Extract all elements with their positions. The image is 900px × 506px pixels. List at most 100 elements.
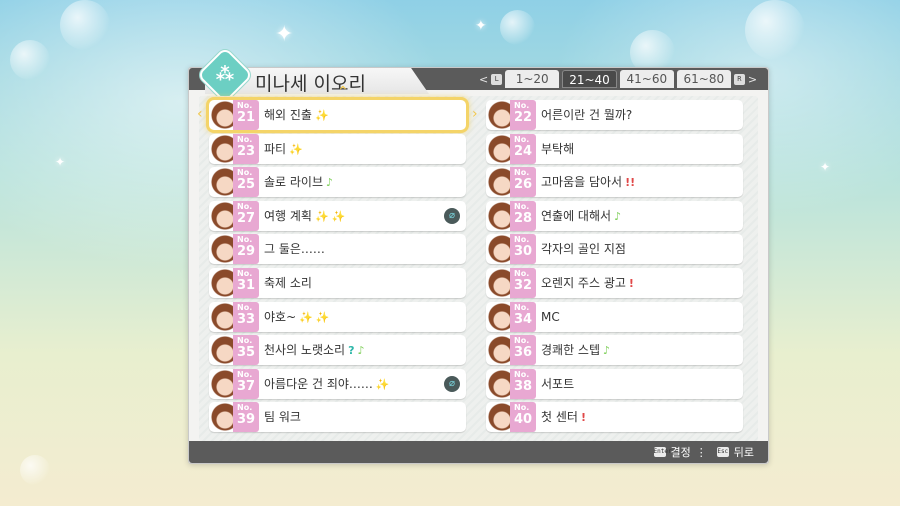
cursor-right-arrow-icon: › <box>472 106 478 122</box>
music-note-badge-icon: ♪ <box>603 344 611 358</box>
episode-item-33[interactable]: No. 33 야호~ ✨ ✨ <box>209 301 466 332</box>
episode-title-text: 연출에 대해서 <box>541 208 612 223</box>
tab-prev-arrow-icon[interactable]: < <box>479 73 488 86</box>
episode-item-25[interactable]: No. 25 솔로 라이브 ♪ <box>209 167 466 198</box>
episode-number-tag: No. 35 <box>233 335 259 366</box>
episode-item-26[interactable]: No. 26 고마움을 담아서!! <box>486 167 743 198</box>
episode-number-prefix: No. <box>237 201 253 211</box>
tab-21-40[interactable]: 21~40 <box>562 70 617 88</box>
tab-61-80[interactable]: 61~80 <box>676 70 731 88</box>
episode-title: 야호~ ✨ ✨ <box>264 302 330 332</box>
confirm-hint[interactable]: Enter 결정 ⋮ <box>653 444 707 460</box>
confirm-label: 결정 <box>670 446 691 459</box>
episode-number-tag: No. 34 <box>510 301 536 332</box>
episode-number: 24 <box>513 143 533 159</box>
tab-41-60[interactable]: 41~60 <box>619 70 674 88</box>
episode-item-32[interactable]: No. 32 오렌지 주스 광고! <box>486 268 743 298</box>
episode-number: 37 <box>236 378 256 394</box>
episode-title: 그 둘은…… <box>264 234 325 264</box>
episode-item-27[interactable]: No. 27 여행 계획 ✨ ✨ ⌀ <box>209 200 466 231</box>
episode-item-37[interactable]: No. 37 아름다운 건 죄야…… ✨ ⌀ <box>209 368 466 399</box>
episode-title: 솔로 라이브 ♪ <box>264 167 333 197</box>
episode-number: 34 <box>513 311 533 327</box>
episode-item-23[interactable]: No. 23 파티 ✨ <box>209 133 466 164</box>
episode-number-prefix: No. <box>514 302 530 312</box>
episode-title: 아름다운 건 죄야…… ✨ <box>264 369 390 399</box>
episode-number-tag: No. 24 <box>510 133 536 164</box>
episode-title-text: 아름다운 건 죄야…… <box>264 376 373 391</box>
episode-item-31[interactable]: No. 31 축제 소리 <box>209 268 466 298</box>
double-exclamation-badge-icon: !! <box>625 176 636 190</box>
episode-title-text: 천사의 노랫소리 <box>264 343 346 358</box>
episode-title: 부탁해 <box>541 134 574 164</box>
tab-1-20[interactable]: 1~20 <box>505 70 560 88</box>
episode-title-text: 경쾌한 스텝 <box>541 343 601 358</box>
episode-number-prefix: No. <box>237 336 253 346</box>
episode-number: 25 <box>236 177 256 193</box>
background-bubble <box>10 40 50 80</box>
episode-number-tag: No. 29 <box>233 234 259 265</box>
episode-number: 40 <box>513 412 533 428</box>
episode-number-tag: No. 21 <box>233 100 259 130</box>
background-bubble <box>500 10 535 45</box>
episode-number-tag: No. 25 <box>233 167 259 198</box>
episode-title-text: 어른이란 건 뭘까? <box>541 108 633 122</box>
character-name: 미나세 이오리 <box>255 73 366 95</box>
episode-number-tag: No. 27 <box>233 200 259 231</box>
more-dots-icon: ⋮ <box>695 445 707 459</box>
episode-number-tag: No. 39 <box>233 402 259 433</box>
episode-title: 해외 진출 ✨ <box>264 100 329 130</box>
episode-number: 38 <box>513 378 533 394</box>
episode-title-text: MC <box>541 309 560 324</box>
episode-title: 축제 소리 <box>264 268 312 298</box>
episode-item-34[interactable]: No. 34 MC <box>486 301 743 332</box>
episode-item-39[interactable]: No. 39 팀 워크 <box>209 402 466 433</box>
episode-title: 각자의 골인 지점 <box>541 234 626 264</box>
episode-title-text: 팀 워크 <box>264 410 301 425</box>
episode-item-40[interactable]: No. 40 첫 센터! <box>486 402 743 433</box>
tab-next-arrow-icon[interactable]: > <box>748 73 757 86</box>
episode-item-35[interactable]: No. 35 천사의 노랫소리? ♪ <box>209 335 466 366</box>
episode-number-prefix: No. <box>237 134 253 144</box>
back-label: 뒤로 <box>733 446 754 459</box>
episode-number-prefix: No. <box>237 269 253 278</box>
sparkle-badge-icon: ✨ <box>315 310 330 324</box>
episode-title: 연출에 대해서 ♪ <box>541 201 621 231</box>
episode-number-prefix: No. <box>514 134 530 144</box>
episode-item-29[interactable]: No. 29 그 둘은…… <box>209 234 466 265</box>
tab-next-key-icon[interactable]: R <box>733 73 745 85</box>
episode-item-24[interactable]: No. 24 부탁해 <box>486 133 743 164</box>
episode-item-21[interactable]: No.21해외 진출✨⌃⌄‹› <box>197 84 478 144</box>
episode-number: 32 <box>513 278 533 293</box>
episode-number-prefix: No. <box>237 403 253 413</box>
episode-title-text: 서포트 <box>541 376 575 391</box>
episode-number-prefix: No. <box>237 235 253 245</box>
episode-range-tabs: < L 1~20 21~40 41~60 61~80 R > <box>479 69 757 89</box>
episode-number: 22 <box>513 110 533 125</box>
episode-number: 28 <box>513 210 533 226</box>
episode-number: 23 <box>236 143 256 159</box>
music-note-badge-icon: ♪ <box>326 176 334 190</box>
episode-number-tag: No. 22 <box>510 100 536 130</box>
episode-item-30[interactable]: No. 30 각자의 골인 지점 <box>486 234 743 265</box>
music-note-badge-icon: ♪ <box>614 209 622 223</box>
episode-item-22[interactable]: No. 22 어른이란 건 뭘까? <box>486 100 743 130</box>
episode-number-prefix: No. <box>237 302 253 312</box>
episode-number: 21 <box>236 110 256 125</box>
episode-title: 경쾌한 스텝 ♪ <box>541 335 610 365</box>
sparkle-badge-icon: ✨ <box>331 209 346 223</box>
episode-item-38[interactable]: No. 38 서포트 <box>486 368 743 399</box>
episode-number-tag: No. 28 <box>510 200 536 231</box>
episode-item-36[interactable]: No. 36 경쾌한 스텝 ♪ <box>486 335 743 366</box>
sparkle-icon: ✦ <box>820 160 831 174</box>
episode-number: 27 <box>236 210 256 226</box>
episode-number: 39 <box>236 412 256 428</box>
back-hint[interactable]: Esc 뒤로 <box>716 444 754 460</box>
episode-number-prefix: No. <box>514 201 530 211</box>
background-bubble <box>745 0 805 60</box>
episode-item-28[interactable]: No. 28 연출에 대해서 ♪ <box>486 200 743 231</box>
sparkle-badge-icon: ✨ <box>299 310 313 324</box>
episode-title: 여행 계획 ✨ ✨ <box>264 201 345 231</box>
tab-prev-key-icon[interactable]: L <box>491 73 503 85</box>
episode-title: 어른이란 건 뭘까? <box>541 100 632 130</box>
